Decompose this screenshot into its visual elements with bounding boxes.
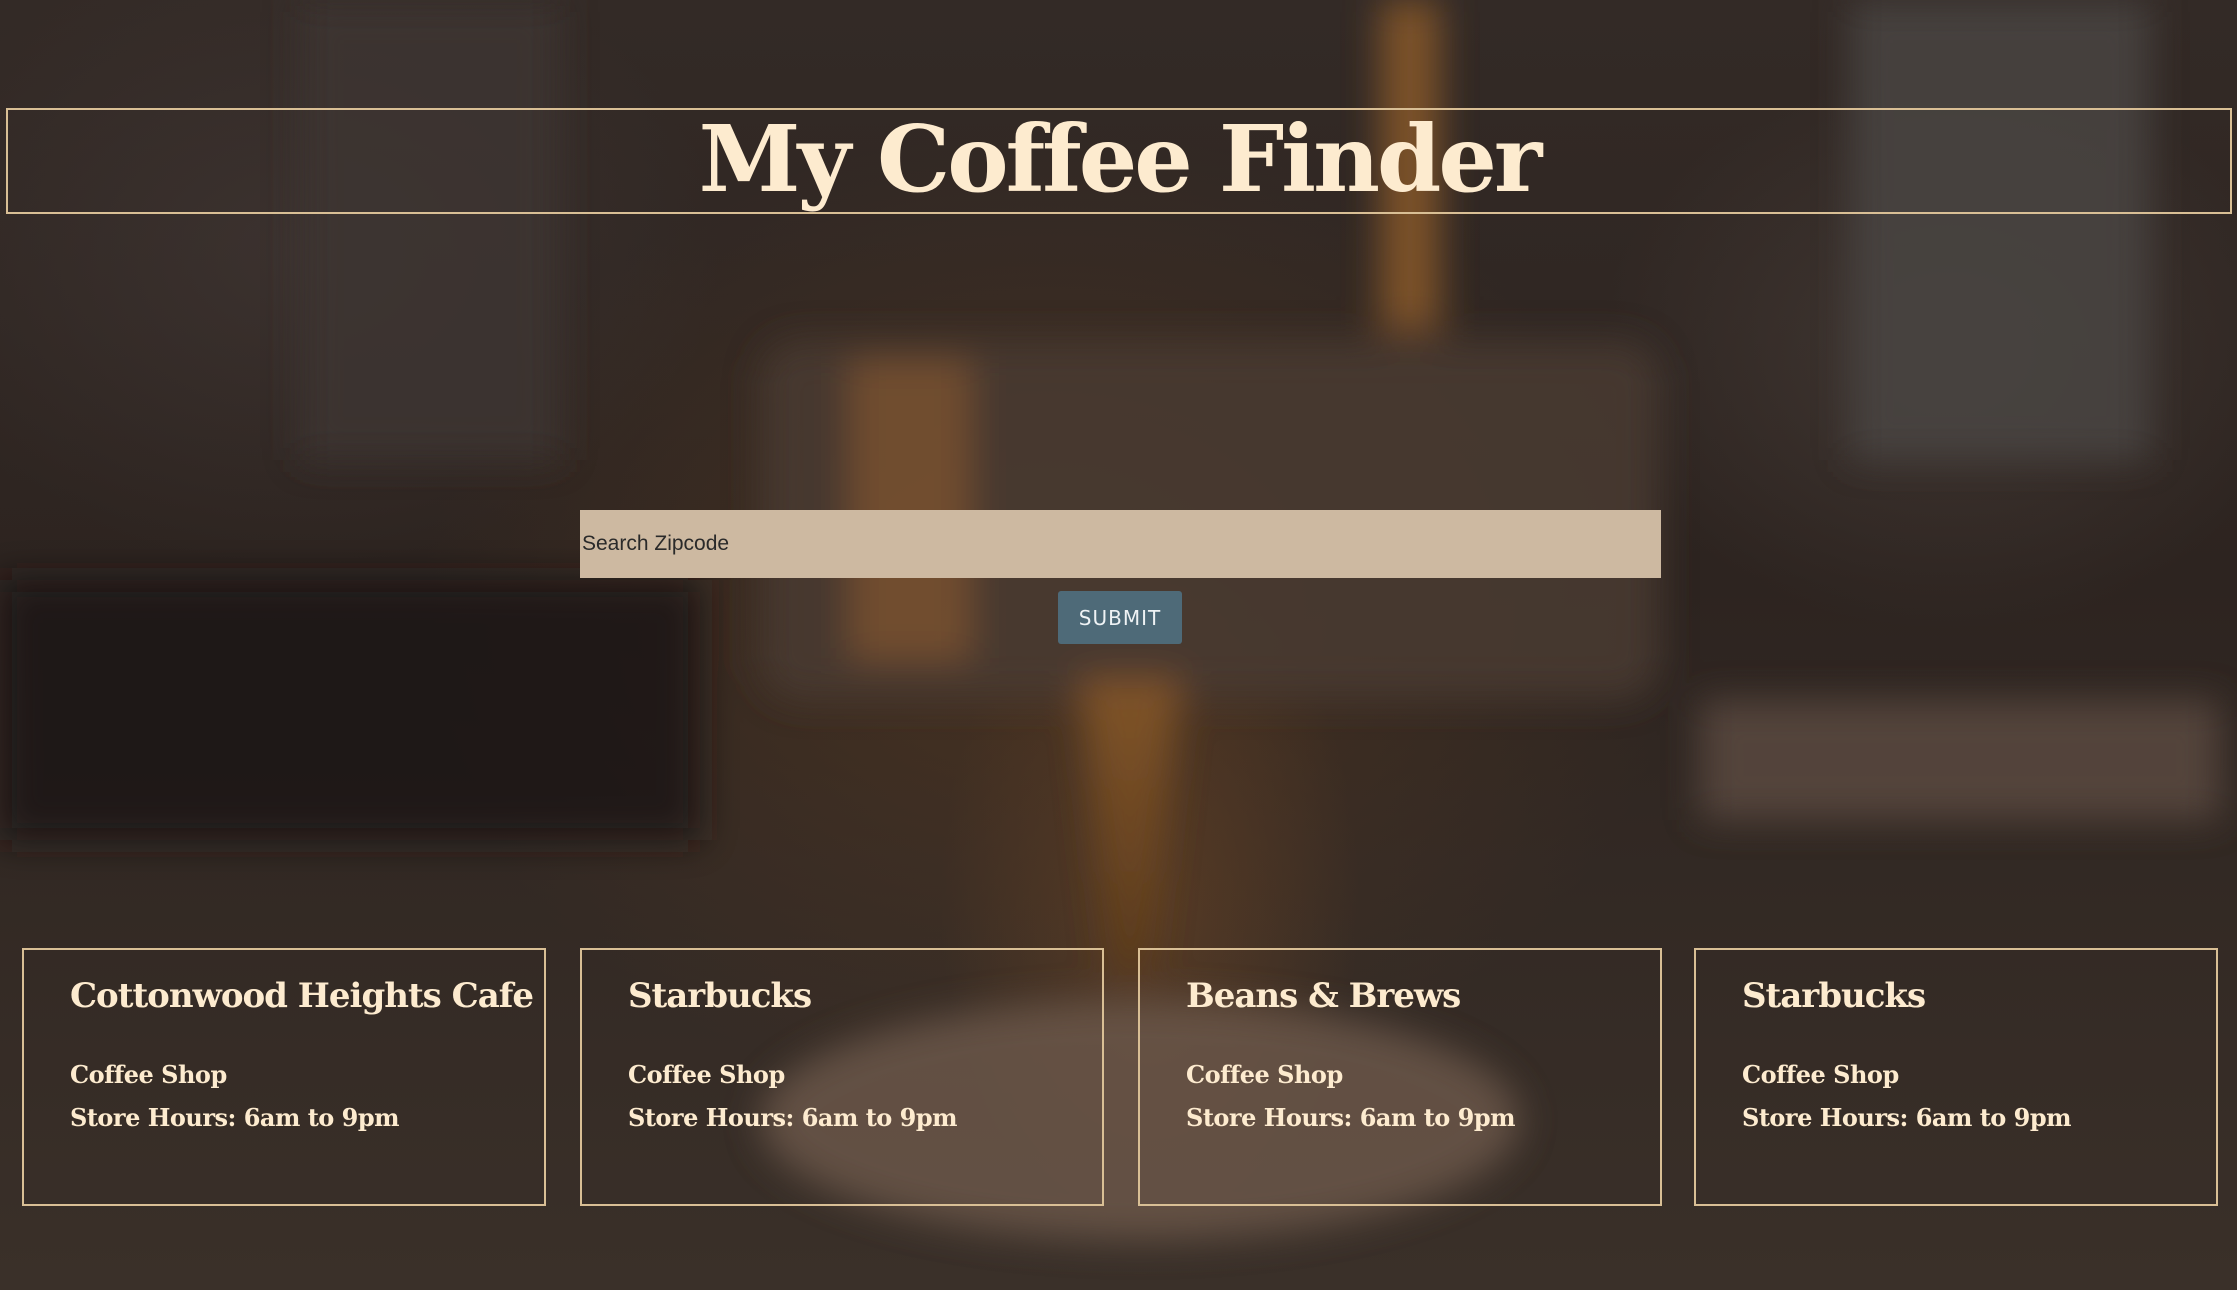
shop-card[interactable]: Starbucks Coffee Shop Store Hours: 6am t… (580, 948, 1104, 1206)
shop-name: Starbucks (628, 976, 812, 1016)
zipcode-search-input[interactable] (580, 510, 1661, 578)
shop-type: Coffee Shop (70, 1060, 227, 1089)
shop-card[interactable]: Beans & Brews Coffee Shop Store Hours: 6… (1138, 948, 1662, 1206)
shop-name: Beans & Brews (1186, 976, 1461, 1016)
shop-hours: Store Hours: 6am to 9pm (1742, 1103, 2072, 1132)
shop-hours: Store Hours: 6am to 9pm (70, 1103, 400, 1132)
shop-type: Coffee Shop (1186, 1060, 1343, 1089)
submit-button[interactable]: SUBMIT (1058, 591, 1182, 644)
page-title: My Coffee Finder (698, 105, 1543, 213)
header-banner: My Coffee Finder (6, 108, 2232, 214)
shop-hours: Store Hours: 6am to 9pm (1186, 1103, 1516, 1132)
shop-name: Starbucks (1742, 976, 1926, 1016)
shop-name: Cottonwood Heights Cafe (70, 976, 534, 1016)
shop-hours: Store Hours: 6am to 9pm (628, 1103, 958, 1132)
shop-card[interactable]: Starbucks Coffee Shop Store Hours: 6am t… (1694, 948, 2218, 1206)
shop-card[interactable]: Cottonwood Heights Cafe Coffee Shop Stor… (22, 948, 546, 1206)
shop-results-list: Cottonwood Heights Cafe Coffee Shop Stor… (22, 948, 2218, 1206)
shop-type: Coffee Shop (1742, 1060, 1899, 1089)
shop-type: Coffee Shop (628, 1060, 785, 1089)
